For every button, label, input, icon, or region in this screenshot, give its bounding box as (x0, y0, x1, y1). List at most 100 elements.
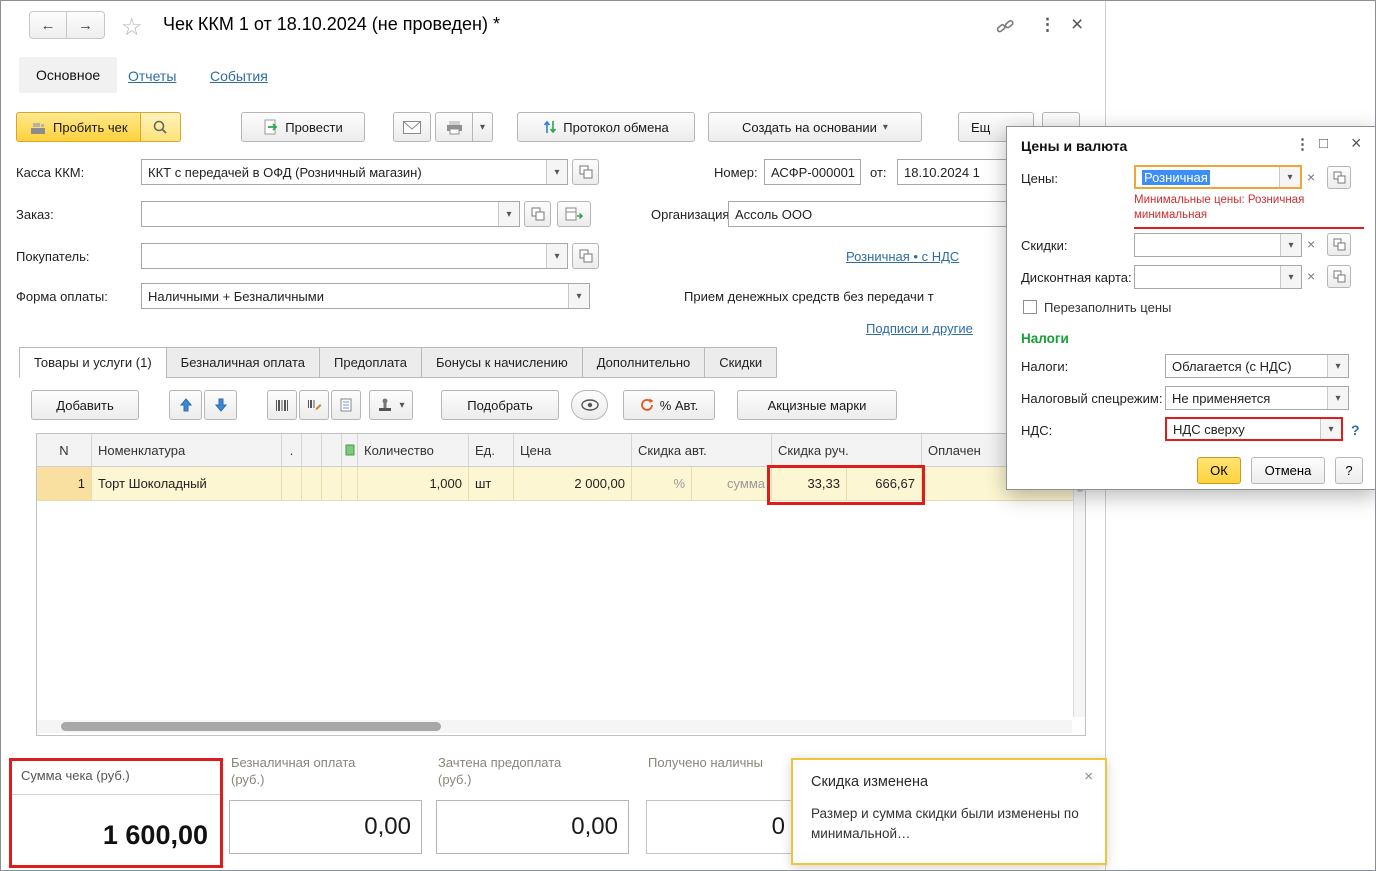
barcode-enter-button[interactable] (299, 390, 329, 420)
order-open-button[interactable] (524, 201, 551, 227)
exchange-protocol-button[interactable]: Протокол обмена (517, 112, 695, 142)
col-n[interactable]: N (37, 434, 92, 467)
tab-cashless-payment[interactable]: Безналичная оплата (165, 347, 321, 378)
number-field[interactable]: АСФР-000001 (764, 159, 861, 185)
dropdown-icon[interactable]: ▾ (1320, 419, 1341, 439)
dialog-help-button[interactable]: ? (1335, 457, 1363, 484)
col-price[interactable]: Цена (514, 434, 632, 467)
dialog-menu-icon[interactable]: ⋮ (1295, 135, 1310, 153)
received-cash-field[interactable]: 0 (646, 800, 796, 854)
dropdown-icon[interactable]: ▾ (568, 284, 589, 308)
kassa-field[interactable]: ККТ с передачей в ОФД (Розничный магазин… (141, 159, 568, 185)
view-button[interactable] (571, 390, 608, 420)
col-dot[interactable]: . (282, 434, 302, 467)
prices-clear-icon[interactable]: × (1307, 169, 1315, 185)
order-field[interactable]: ▾ (141, 201, 520, 227)
prices-field[interactable]: Розничная ▾ (1134, 165, 1302, 189)
ok-button[interactable]: ОК (1197, 457, 1241, 484)
nav-tab-main[interactable]: Основное (19, 57, 118, 93)
nav-tab-events[interactable]: События (210, 68, 268, 84)
nav-tab-reports[interactable]: Отчеты (128, 68, 176, 84)
col-quantity[interactable]: Количество (358, 434, 469, 467)
dropdown-icon[interactable]: ▾ (546, 160, 567, 184)
tab-bonuses[interactable]: Бонусы к начислению (420, 347, 583, 378)
dialog-maximize-icon[interactable]: □ (1319, 135, 1328, 152)
col-discount-auto[interactable]: Скидка авт. (632, 434, 772, 467)
dropdown-icon[interactable]: ▾ (1327, 387, 1348, 409)
prepaid-total-field[interactable]: 0,00 (436, 800, 629, 854)
col-flag1[interactable] (302, 434, 322, 467)
create-based-on-button[interactable]: Создать на основании ▾ (708, 112, 922, 142)
dropdown-icon[interactable]: ▾ (498, 202, 519, 226)
cell-discount-manual-percent[interactable]: 33,33 (772, 467, 847, 501)
payment-form-field[interactable]: Наличными + Безналичными ▾ (141, 283, 590, 309)
tab-discounts[interactable]: Скидки (704, 347, 778, 378)
mail-button[interactable] (393, 112, 431, 142)
back-button[interactable]: ← (29, 11, 67, 39)
discounts-clear-icon[interactable]: × (1307, 236, 1315, 252)
table-row[interactable]: 1 Торт Шоколадный 1,000 шт 2 000,00 % су… (37, 467, 1085, 501)
signatures-link[interactable]: Подписи и другие (866, 321, 973, 336)
col-flag2[interactable] (322, 434, 342, 467)
tab-prepayment[interactable]: Предоплата (319, 347, 422, 378)
discount-card-clear-icon[interactable]: × (1307, 268, 1315, 284)
add-row-button[interactable]: Добавить (31, 390, 139, 420)
tax-regime-field[interactable]: Не применяется ▾ (1165, 386, 1349, 410)
order-create-based-button[interactable] (557, 201, 591, 227)
cell-flag0[interactable] (282, 467, 302, 501)
price-type-link[interactable]: Розничная • с НДС (846, 249, 959, 264)
punch-check-search-button[interactable] (140, 112, 181, 142)
col-discount-manual[interactable]: Скидка руч. (772, 434, 922, 467)
cell-discount-manual-sum[interactable]: 666,67 (847, 467, 922, 501)
window-close-icon[interactable]: × (1071, 13, 1083, 37)
move-up-button[interactable] (169, 390, 202, 420)
scroll-thumb[interactable] (61, 722, 441, 731)
dropdown-icon[interactable]: ▾ (1280, 234, 1301, 256)
post-button[interactable]: Провести (241, 112, 365, 142)
tab-additional[interactable]: Дополнительно (581, 347, 706, 378)
vat-field[interactable]: НДС сверху ▾ (1165, 417, 1343, 441)
link-icon[interactable] (995, 18, 1015, 36)
prices-choose-button[interactable] (1327, 166, 1351, 189)
dialog-close-icon[interactable]: × (1351, 133, 1362, 154)
cashless-total-field[interactable]: 0,00 (229, 800, 422, 854)
dropdown-icon[interactable]: ▾ (546, 244, 567, 268)
cell-nomenclature[interactable]: Торт Шоколадный (92, 467, 282, 501)
window-menu-icon[interactable]: ⋮ (1039, 15, 1056, 35)
customer-field[interactable]: ▾ (141, 243, 568, 269)
auto-discount-button[interactable]: % Авт. (623, 390, 715, 420)
cell-price[interactable]: 2 000,00 (514, 467, 632, 501)
dropdown-icon[interactable]: ▾ (1280, 266, 1301, 288)
tab-goods-services[interactable]: Товары и услуги (1) (19, 347, 167, 378)
cell-discount-auto-percent[interactable]: % (632, 467, 692, 501)
customer-open-button[interactable] (572, 243, 599, 269)
table-horizontal-scrollbar[interactable] (37, 720, 1072, 733)
col-nomenclature[interactable]: Номенклатура (92, 434, 282, 467)
document-scan-button[interactable] (331, 390, 361, 420)
taxes-field[interactable]: Облагается (с НДС) ▾ (1165, 354, 1349, 378)
pick-button[interactable]: Подобрать (441, 390, 559, 420)
favorite-star-icon[interactable]: ☆ (121, 13, 143, 42)
punch-check-button[interactable]: Пробить чек (16, 112, 141, 142)
cell-unit[interactable]: шт (469, 467, 514, 501)
dropdown-icon[interactable]: ▾ (1327, 355, 1348, 377)
print-button[interactable] (435, 112, 473, 142)
excise-marks-button[interactable]: Акцизные марки (737, 390, 897, 420)
stamp-button[interactable]: ▾ (369, 390, 413, 420)
move-down-button[interactable] (204, 390, 237, 420)
barcode-button[interactable] (267, 390, 297, 420)
cancel-button[interactable]: Отмена (1251, 457, 1325, 484)
print-dropdown-button[interactable]: ▾ (473, 112, 493, 142)
cell-flag2[interactable] (322, 467, 342, 501)
cell-flag1[interactable] (302, 467, 322, 501)
discounts-field[interactable]: ▾ (1134, 233, 1302, 257)
discounts-choose-button[interactable] (1327, 233, 1351, 256)
discount-card-field[interactable]: ▾ (1134, 265, 1302, 289)
col-marked-goods[interactable] (342, 434, 358, 467)
dropdown-icon[interactable]: ▾ (1279, 167, 1300, 187)
cell-quantity[interactable]: 1,000 (358, 467, 469, 501)
cell-n[interactable]: 1 (37, 467, 92, 501)
refill-prices-checkbox[interactable] (1023, 300, 1037, 314)
toast-close-icon[interactable]: × (1084, 768, 1093, 785)
discount-card-choose-button[interactable] (1327, 265, 1351, 288)
